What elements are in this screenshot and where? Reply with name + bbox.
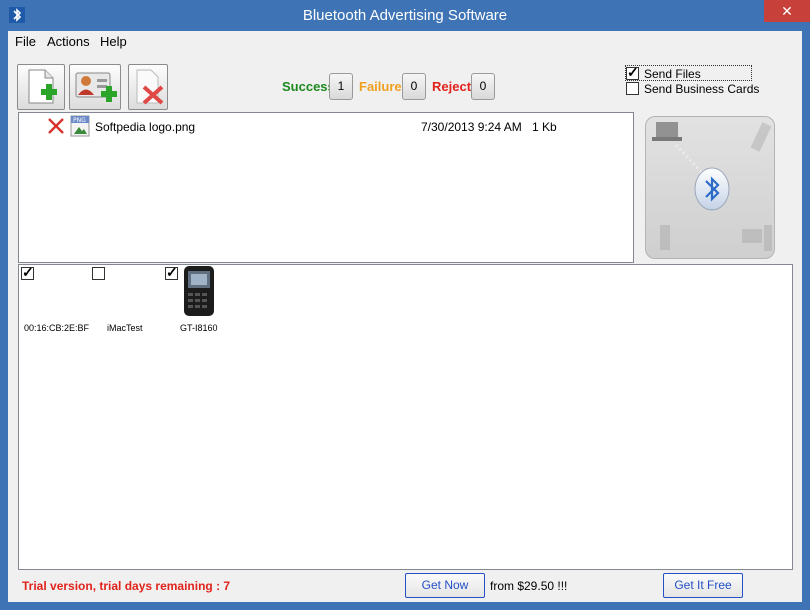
file-size: 1 Kb [532, 120, 557, 134]
menu-bar: File Actions Help [8, 31, 802, 51]
trial-status: Trial version, trial days remaining : 7 [22, 579, 231, 593]
get-it-free-button[interactable]: Get It Free [663, 573, 743, 598]
phone-icon [184, 266, 214, 316]
device-checkbox[interactable] [21, 264, 34, 281]
title-bar: Bluetooth Advertising Software ✕ [0, 0, 810, 31]
failure-count: 0 [402, 73, 426, 100]
add-contact-button[interactable] [69, 64, 121, 110]
get-now-button[interactable]: Get Now [405, 573, 485, 598]
menu-file[interactable]: File [15, 34, 36, 49]
device-name: 00:16:CB:2E:BF [24, 323, 90, 333]
device-item[interactable]: GT-I8160 [165, 264, 225, 335]
send-files-label[interactable]: Send Files [644, 67, 701, 81]
success-label: Success [282, 79, 335, 94]
file-list[interactable]: PNG Softpedia logo.png 7/30/2013 9:24 AM… [18, 112, 634, 263]
send-business-cards-checkbox[interactable] [626, 82, 639, 95]
device-checkbox[interactable] [165, 264, 178, 281]
add-contact-icon [75, 72, 117, 102]
add-file-button[interactable] [17, 64, 65, 110]
add-file-icon [28, 69, 57, 104]
device-list[interactable]: 00:16:CB:2E:BF iMacTest GT-I8160 [18, 264, 793, 570]
device-item[interactable]: 00:16:CB:2E:BF [21, 264, 89, 335]
success-count: 1 [329, 73, 353, 100]
remove-file-button[interactable] [128, 64, 168, 110]
price-text: from $29.50 !!! [490, 579, 568, 593]
reject-count: 0 [471, 73, 495, 100]
menu-actions[interactable]: Actions [47, 34, 90, 49]
remove-file-x-icon[interactable] [47, 117, 65, 135]
file-row[interactable]: PNG Softpedia logo.png 7/30/2013 9:24 AM… [19, 113, 633, 137]
main-window: File Actions Help Success 1 Failure 0 Re… [8, 31, 802, 602]
menu-help[interactable]: Help [100, 34, 127, 49]
send-files-checkbox[interactable] [626, 64, 639, 81]
file-name: Softpedia logo.png [95, 120, 196, 134]
window-title: Bluetooth Advertising Software [302, 7, 508, 24]
device-checkbox[interactable] [92, 267, 105, 280]
device-name: GT-I8160 [180, 323, 218, 333]
device-item[interactable]: iMacTest [92, 265, 152, 335]
bluetooth-network-icon [652, 122, 772, 251]
failure-label: Failure [359, 79, 402, 94]
close-button[interactable]: ✕ [764, 0, 810, 22]
file-date: 7/30/2013 9:24 AM [421, 120, 522, 134]
send-business-cards-label[interactable]: Send Business Cards [644, 82, 759, 96]
status-bar: Trial version, trial days remaining : 7 … [8, 571, 802, 602]
png-file-icon: PNG [70, 115, 90, 137]
device-name: iMacTest [107, 323, 143, 333]
bluetooth-diagram [645, 116, 775, 259]
reject-label: Reject [432, 79, 472, 94]
remove-file-icon [136, 69, 164, 105]
svg-text:PNG: PNG [73, 117, 86, 124]
